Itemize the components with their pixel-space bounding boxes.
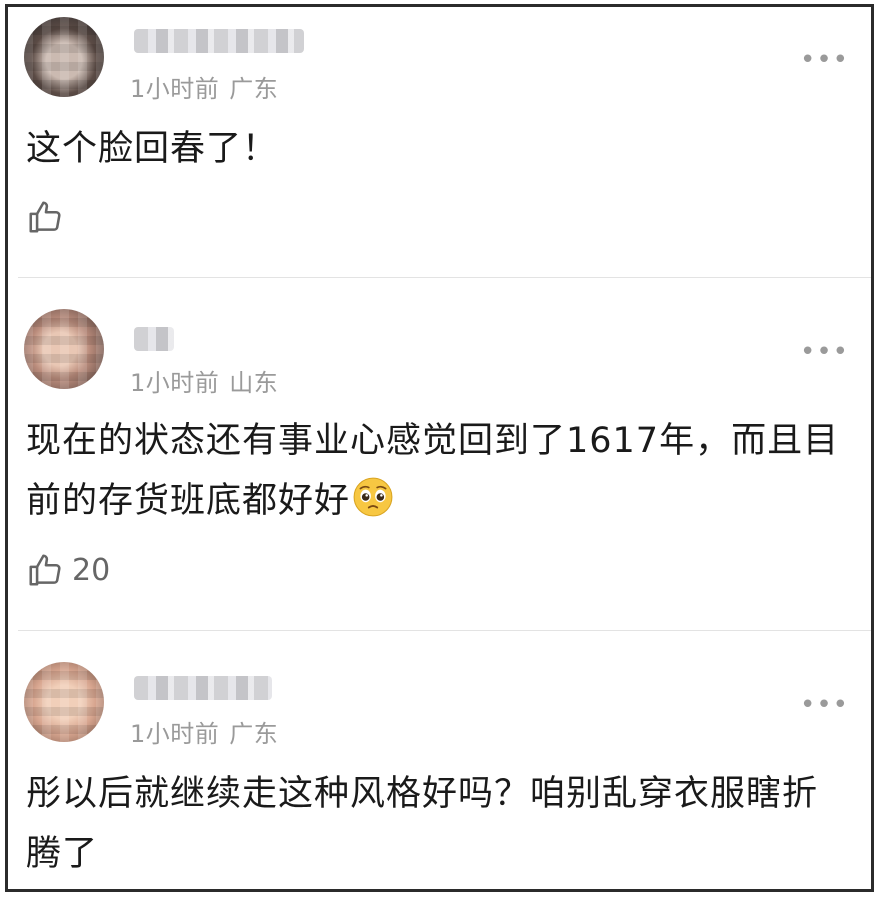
thumbs-up-icon	[29, 554, 61, 586]
comment-meta: 1小时前 山东	[130, 363, 278, 398]
comment-location: 广东	[229, 720, 279, 748]
avatar[interactable]	[24, 662, 104, 742]
like-count: 20	[72, 552, 111, 588]
thumbs-up-icon	[29, 201, 61, 233]
comment-list: 1小时前 广东 ••• 这个脸回春了！ 1小时前 山东 ••• 现在的状态还有事业心…	[5, 4, 874, 892]
more-options-icon[interactable]: •••	[800, 339, 849, 365]
like-button[interactable]	[26, 198, 72, 236]
comment-item: 1小时前 广东 ••• 彤以后就继续走这种风格好吗？咱别乱穿衣服瞎折腾了	[8, 632, 871, 889]
more-options-icon[interactable]: •••	[800, 692, 849, 718]
comment-time: 1小时前	[130, 75, 220, 103]
username-blurred[interactable]	[134, 29, 304, 53]
comment-text: 这个脸回春了！	[26, 129, 279, 169]
comment-item: 1小时前 山东 ••• 现在的状态还有事业心感觉回到了1617年，而且目前的存货班…	[8, 279, 871, 630]
username-blurred[interactable]	[134, 676, 272, 700]
comment-meta: 1小时前 广东	[130, 714, 278, 749]
like-button[interactable]: 20	[26, 551, 110, 589]
comment-location: 山东	[229, 369, 279, 397]
comment-text-body: 现在的状态还有事业心感觉回到了1617年，而且目前的存货班底都好好	[26, 421, 840, 521]
divider	[18, 277, 871, 278]
username-blurred[interactable]	[134, 327, 174, 351]
comment-meta: 1小时前 广东	[130, 69, 278, 104]
avatar[interactable]	[24, 17, 104, 97]
comment-time: 1小时前	[130, 369, 220, 397]
more-options-icon[interactable]: •••	[800, 47, 849, 73]
comment-text: 彤以后就继续走这种风格好吗？咱别乱穿衣服瞎折腾了	[26, 774, 819, 874]
pleading-face-emoji-icon	[352, 476, 394, 537]
comment-time: 1小时前	[130, 720, 220, 748]
comment-text: 现在的状态还有事业心感觉回到了1617年，而且目前的存货班底都好好	[26, 411, 851, 537]
divider	[18, 630, 871, 631]
comment-item: 1小时前 广东 ••• 这个脸回春了！	[8, 7, 871, 277]
comment-location: 广东	[229, 75, 279, 103]
avatar[interactable]	[24, 309, 104, 389]
